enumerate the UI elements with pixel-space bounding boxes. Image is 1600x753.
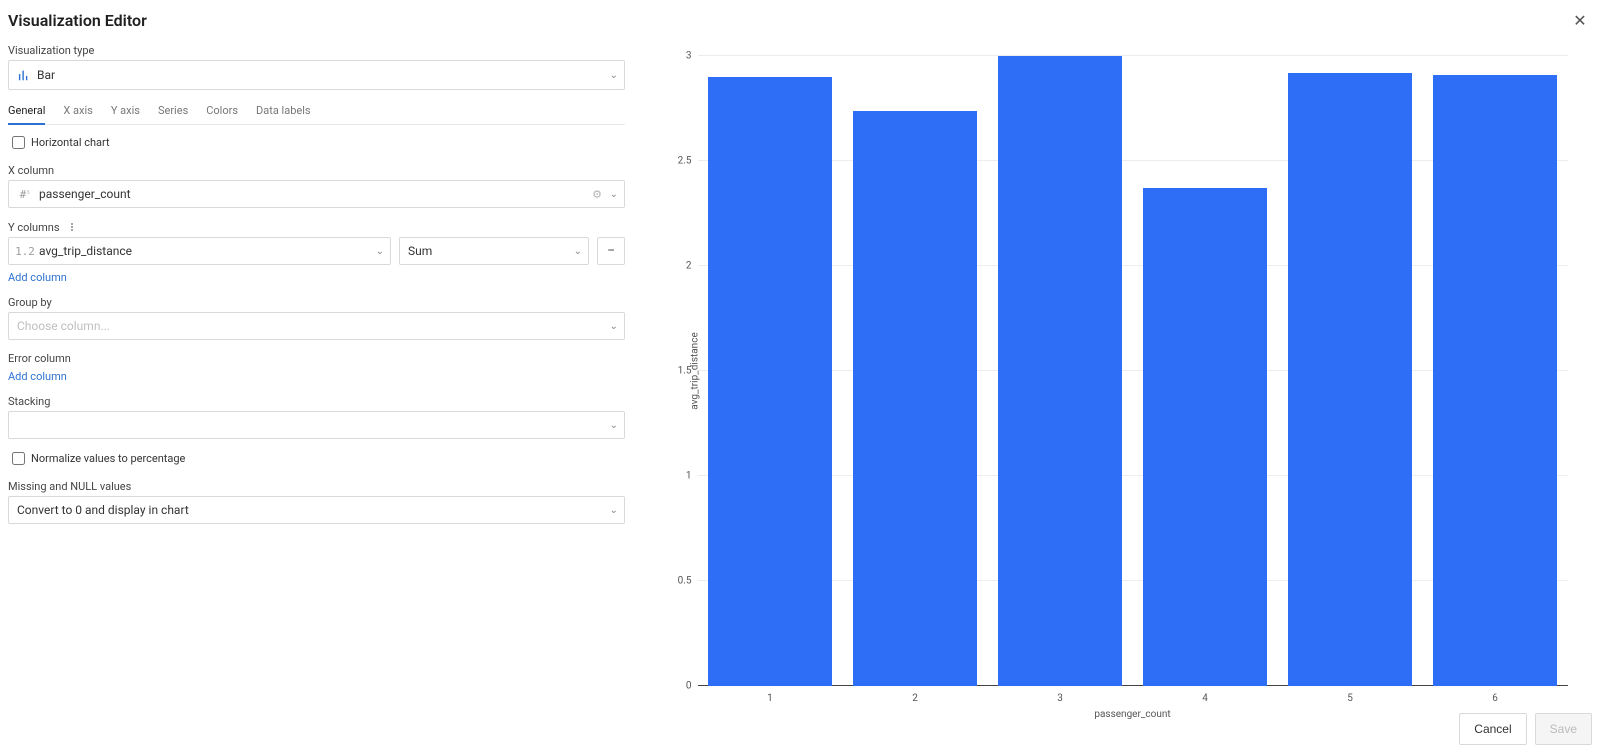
- save-button[interactable]: Save: [1535, 713, 1592, 745]
- ycol-agg-select[interactable]: Sum ⌄: [399, 237, 589, 265]
- chevron-down-icon: ⌄: [610, 189, 618, 200]
- minus-icon: −: [607, 243, 615, 259]
- groupby-placeholder: Choose column...: [17, 319, 110, 333]
- settings-tabs: General X axis Y axis Series Colors Data…: [8, 100, 625, 125]
- tab-general[interactable]: General: [8, 100, 45, 125]
- tab-x-axis[interactable]: X axis: [63, 100, 92, 124]
- normalize-checkbox-row[interactable]: Normalize values to percentage: [8, 449, 625, 468]
- add-errcol-link[interactable]: Add column: [8, 370, 625, 383]
- normalize-label: Normalize values to percentage: [31, 452, 185, 465]
- horizontal-chart-label: Horizontal chart: [31, 136, 110, 149]
- ycols-menu-button[interactable]: [66, 220, 78, 234]
- tab-series[interactable]: Series: [158, 100, 188, 124]
- float-type-icon: 1.2: [17, 245, 33, 258]
- chart-bar[interactable]: [1143, 188, 1266, 686]
- bar-chart-preview: avg_trip_distance passenger_count 00.511…: [648, 48, 1578, 728]
- y-tick-label: 0: [672, 681, 692, 692]
- x-tick-label: 4: [1202, 693, 1208, 704]
- chart-preview-panel: avg_trip_distance passenger_count 00.511…: [633, 40, 1600, 753]
- y-tick-label: 1: [672, 471, 692, 482]
- add-ycol-link[interactable]: Add column: [8, 271, 625, 284]
- dialog-footer: Cancel Save: [1459, 713, 1592, 745]
- tab-y-axis[interactable]: Y axis: [111, 100, 140, 124]
- viz-type-label: Visualization type: [8, 44, 625, 57]
- viz-type-select[interactable]: Bar ⌄: [8, 60, 625, 90]
- close-button[interactable]: ✕: [1568, 8, 1592, 32]
- number-type-icon: #₅: [17, 188, 33, 201]
- ycol-value: avg_trip_distance: [39, 244, 132, 258]
- chevron-down-icon: ⌄: [574, 246, 582, 257]
- groupby-select[interactable]: Choose column... ⌄: [8, 312, 625, 340]
- normalize-checkbox[interactable]: [12, 452, 25, 465]
- xcol-select[interactable]: #₅ passenger_count ⚙ ⌄: [8, 180, 625, 208]
- x-tick-label: 6: [1492, 693, 1498, 704]
- ycol-select[interactable]: 1.2 avg_trip_distance ⌄: [8, 237, 391, 265]
- chevron-down-icon: ⌄: [610, 505, 618, 516]
- stacking-select[interactable]: ⌄: [8, 411, 625, 439]
- x-tick-label: 3: [1057, 693, 1063, 704]
- ycols-label: Y columns: [8, 221, 60, 234]
- y-tick-label: 1.5: [672, 366, 692, 377]
- chart-bar[interactable]: [1433, 75, 1556, 686]
- y-tick-label: 0.5: [672, 576, 692, 587]
- chevron-down-icon: ⌄: [376, 246, 384, 257]
- chevron-down-icon: ⌄: [610, 70, 618, 81]
- cancel-button[interactable]: Cancel: [1459, 713, 1526, 745]
- missing-select[interactable]: Convert to 0 and display in chart ⌄: [8, 496, 625, 524]
- gear-icon[interactable]: ⚙: [592, 188, 602, 201]
- chart-plot-area: avg_trip_distance passenger_count 00.511…: [698, 56, 1568, 686]
- visualization-editor-dialog: Visualization Editor ✕ Visualization typ…: [0, 0, 1600, 753]
- stacking-label: Stacking: [8, 395, 625, 408]
- chart-bar[interactable]: [1288, 73, 1411, 686]
- settings-panel: Visualization type Bar ⌄ General X axis …: [0, 40, 633, 753]
- chart-bar[interactable]: [708, 77, 831, 686]
- x-tick-label: 1: [767, 693, 773, 704]
- chart-bar[interactable]: [998, 56, 1121, 686]
- y-tick-label: 3: [672, 51, 692, 62]
- errcol-label: Error column: [8, 352, 625, 365]
- dialog-title: Visualization Editor: [8, 11, 147, 30]
- tab-colors[interactable]: Colors: [206, 100, 238, 124]
- missing-value: Convert to 0 and display in chart: [17, 503, 189, 517]
- ycol-remove-button[interactable]: −: [597, 237, 625, 265]
- dialog-body: Visualization type Bar ⌄ General X axis …: [0, 40, 1600, 753]
- chevron-down-icon: ⌄: [610, 420, 618, 431]
- chart-bar[interactable]: [853, 111, 976, 686]
- horizontal-chart-checkbox[interactable]: [12, 136, 25, 149]
- y-tick-label: 2: [672, 261, 692, 272]
- xcol-label: X column: [8, 164, 625, 177]
- y-tick-label: 2.5: [672, 156, 692, 167]
- x-tick-label: 2: [912, 693, 918, 704]
- missing-label: Missing and NULL values: [8, 480, 625, 493]
- y-gridline: [698, 55, 1568, 56]
- bar-chart-icon: [17, 68, 31, 82]
- viz-type-value: Bar: [37, 68, 55, 82]
- groupby-label: Group by: [8, 296, 625, 309]
- x-axis-label: passenger_count: [1094, 709, 1170, 720]
- chevron-down-icon: ⌄: [610, 321, 618, 332]
- x-tick-label: 5: [1347, 693, 1353, 704]
- dialog-header: Visualization Editor ✕: [0, 0, 1600, 40]
- ycol-agg-value: Sum: [408, 244, 432, 258]
- horizontal-chart-checkbox-row[interactable]: Horizontal chart: [8, 133, 625, 152]
- xcol-value: passenger_count: [39, 187, 131, 201]
- close-icon: ✕: [1573, 11, 1586, 30]
- tab-data-labels[interactable]: Data labels: [256, 100, 311, 124]
